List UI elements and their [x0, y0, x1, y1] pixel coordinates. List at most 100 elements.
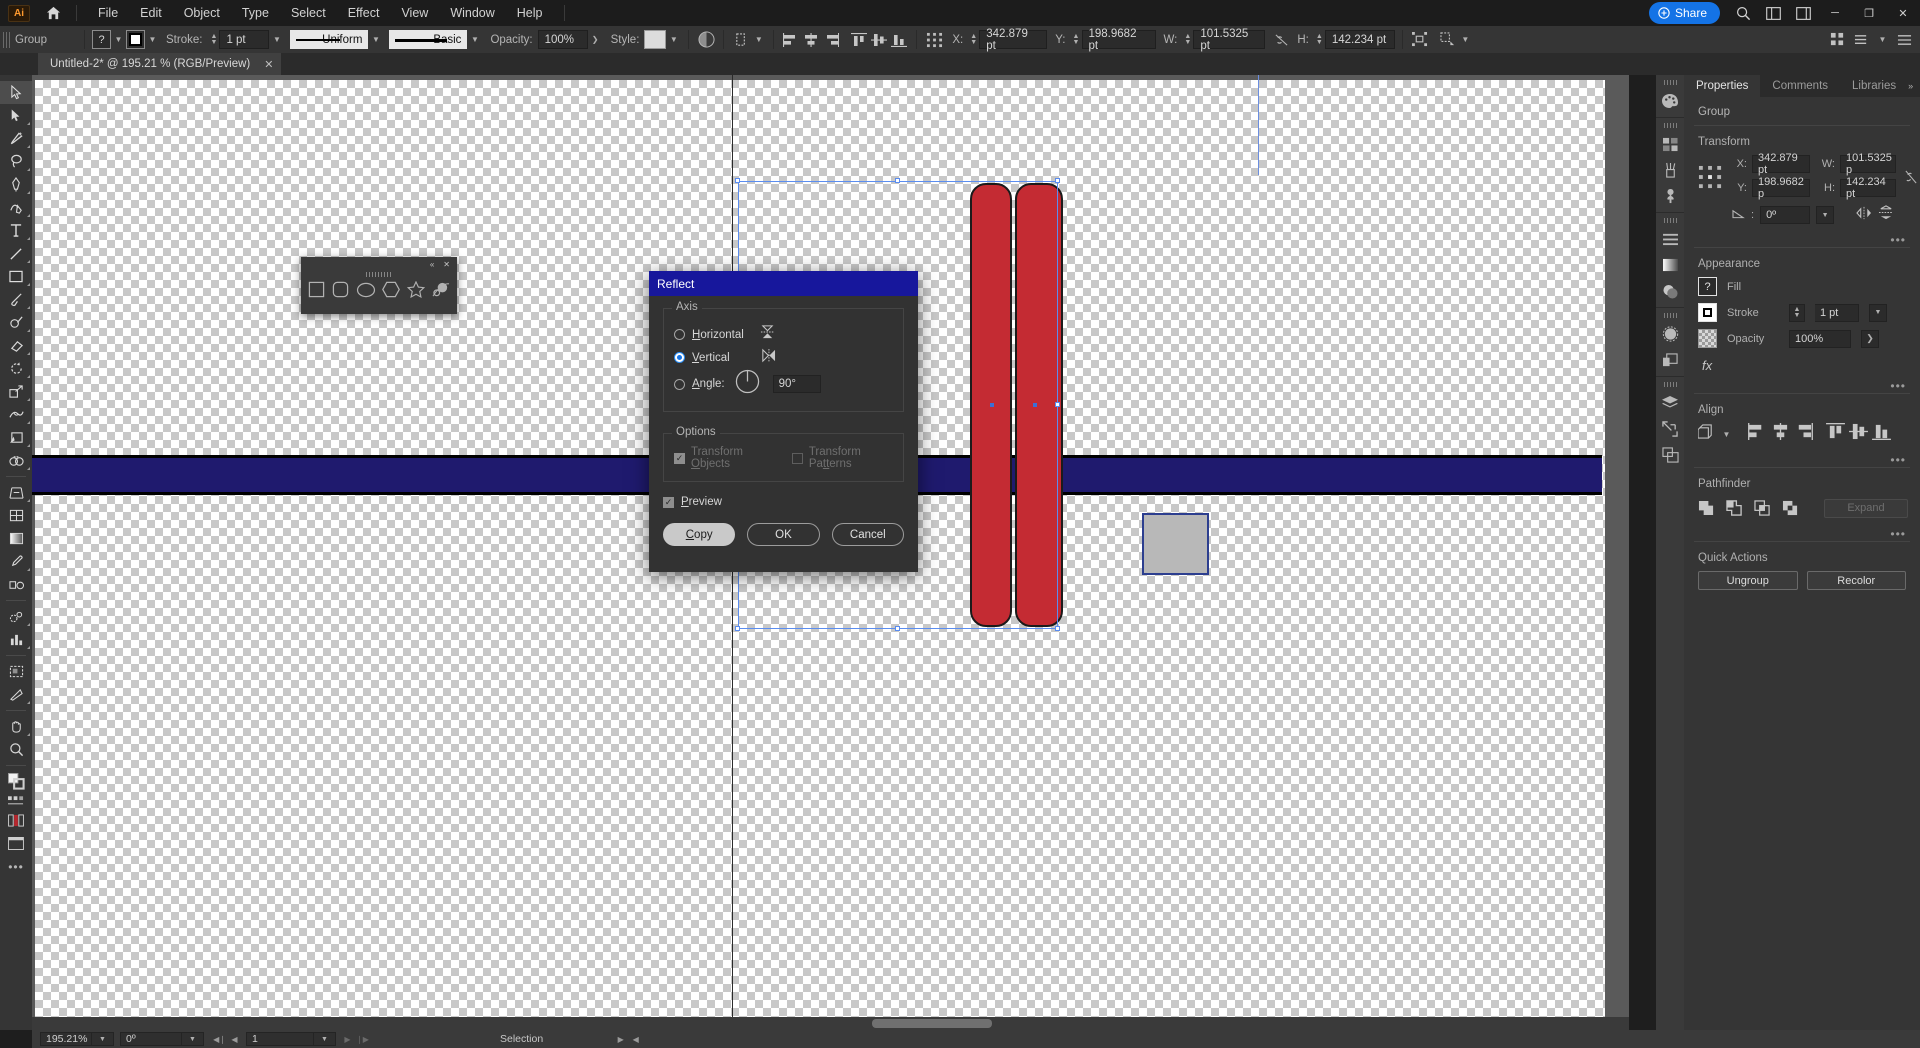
- gray-rectangle-shape[interactable]: [1142, 513, 1209, 575]
- pathfinder-exclude-icon[interactable]: [1776, 497, 1804, 519]
- zoom-level-input[interactable]: 195.21%: [40, 1032, 92, 1046]
- selection-handle-mr[interactable]: [1055, 402, 1060, 407]
- transform-patterns-checkbox[interactable]: [792, 453, 803, 464]
- square-tool-icon[interactable]: [308, 281, 325, 303]
- cb-y-input[interactable]: 198.9682 pt: [1082, 30, 1156, 49]
- rail-grip-3[interactable]: [1664, 218, 1677, 223]
- toolbar-more-icon[interactable]: •••: [0, 855, 32, 878]
- vertical-axis-option[interactable]: VVerticalertical: [674, 346, 893, 369]
- layers-panel-icon[interactable]: [1656, 390, 1684, 416]
- brush-definition-select[interactable]: Basic: [389, 30, 467, 49]
- reference-point-widget[interactable]: [1698, 155, 1723, 195]
- stroke-weight-stepper[interactable]: ▲▼: [208, 34, 219, 46]
- ungroup-button[interactable]: Ungroup: [1698, 571, 1798, 590]
- gradient-tool[interactable]: [0, 527, 32, 550]
- align-horizontal-center-icon[interactable]: [1771, 423, 1790, 445]
- menu-item-select[interactable]: Select: [280, 2, 337, 24]
- horizontal-radio[interactable]: [674, 329, 685, 340]
- cb-x-input[interactable]: 342.879 pt: [979, 30, 1047, 49]
- shaper-tool[interactable]: [0, 311, 32, 334]
- align-right-icon[interactable]: [821, 30, 841, 50]
- fill-color-swatch[interactable]: ?: [1698, 277, 1717, 296]
- rail-grip-1[interactable]: [1664, 80, 1677, 85]
- stroke-weight-chevron-down-icon[interactable]: ▼: [269, 30, 284, 49]
- cb-x-stepper[interactable]: ▲▼: [968, 34, 979, 46]
- align-top-icon[interactable]: [849, 30, 869, 50]
- angle-axis-option[interactable]: AAngle:ngle: 90°: [674, 369, 893, 399]
- pathfinder-more-options-icon[interactable]: •••: [1684, 519, 1920, 541]
- isolate-selected-icon[interactable]: [1438, 30, 1458, 50]
- shapes-panel-close-icon[interactable]: ✕: [443, 260, 450, 269]
- selection-handle-br[interactable]: [1055, 626, 1060, 631]
- opacity-expand-icon-panel[interactable]: ❯: [1861, 330, 1879, 348]
- selection-handle-tc[interactable]: [895, 178, 900, 183]
- magic-wand-tool[interactable]: [0, 127, 32, 150]
- opacity-mask-icon[interactable]: [696, 30, 716, 50]
- align-right-edges-icon[interactable]: [1794, 423, 1813, 445]
- screen-mode-icon[interactable]: [0, 832, 32, 855]
- status-expand-icon[interactable]: ▶: [613, 1031, 628, 1047]
- tab-properties[interactable]: Properties: [1684, 75, 1760, 97]
- rail-grip-2[interactable]: [1664, 123, 1677, 128]
- stroke-weight-stepper-panel[interactable]: ▲▼: [1789, 304, 1805, 322]
- stroke-weight-input[interactable]: 1 pt: [219, 30, 269, 49]
- eyedropper-tool[interactable]: [0, 550, 32, 573]
- stroke-panel-icon[interactable]: [1656, 226, 1684, 252]
- search-icon[interactable]: [1728, 0, 1758, 26]
- copy-button[interactable]: CopyCopy: [663, 523, 735, 546]
- transform-more-options-icon[interactable]: •••: [1684, 225, 1920, 247]
- ellipse-tool-icon[interactable]: [356, 282, 376, 303]
- document-tab-close-icon[interactable]: ✕: [264, 58, 273, 71]
- expand-button[interactable]: Expand: [1824, 499, 1908, 518]
- scale-tool[interactable]: [0, 380, 32, 403]
- transform-y-input[interactable]: 198.9682 p: [1752, 179, 1810, 197]
- rounded-rectangle-tool-icon[interactable]: [332, 281, 349, 303]
- width-tool[interactable]: [0, 403, 32, 426]
- menu-item-file[interactable]: File: [87, 2, 129, 24]
- free-transform-tool[interactable]: [0, 426, 32, 449]
- line-segment-tool[interactable]: [0, 242, 32, 265]
- profile-chevron-down-icon[interactable]: ▼: [368, 30, 383, 49]
- lasso-tool[interactable]: [0, 150, 32, 173]
- fx-button[interactable]: fx: [1684, 355, 1920, 373]
- graphic-style-swatch[interactable]: [644, 30, 666, 49]
- horizontal-axis-option[interactable]: HHorizontalorizontal: [674, 323, 893, 346]
- transform-objects-option[interactable]: ✓ Transform ObjectsTransform Objects: [674, 446, 772, 470]
- transparency-panel-icon[interactable]: [1656, 278, 1684, 304]
- home-icon[interactable]: [40, 0, 66, 26]
- align-top-edges-icon[interactable]: [1826, 423, 1845, 445]
- transform-w-input[interactable]: 101.5325 p: [1840, 155, 1896, 173]
- align-to-selection-icon[interactable]: [1698, 424, 1715, 445]
- window-minimize-button[interactable]: ─: [1818, 0, 1852, 26]
- first-artboard-icon[interactable]: ◀❘: [212, 1031, 227, 1047]
- document-setup-icon[interactable]: [1827, 30, 1847, 50]
- type-tool[interactable]: [0, 219, 32, 242]
- hamburger-menu-icon[interactable]: [1894, 30, 1914, 50]
- align-left-edges-icon[interactable]: [1748, 423, 1767, 445]
- selection-handle-tl[interactable]: [735, 178, 740, 183]
- align-vertical-center-icon[interactable]: [1849, 423, 1868, 445]
- zoom-chevron-down-icon[interactable]: ▼: [92, 1032, 114, 1046]
- rotation-input[interactable]: 0º: [120, 1032, 182, 1046]
- color-palette-icon[interactable]: [1656, 88, 1684, 114]
- brush-chevron-down-icon[interactable]: ▼: [467, 30, 482, 49]
- align-chevron-down-icon[interactable]: ▼: [1719, 425, 1734, 444]
- stroke-chevron-down-icon-panel[interactable]: ▼: [1869, 304, 1887, 322]
- menu-item-edit[interactable]: Edit: [129, 2, 173, 24]
- brushes-icon[interactable]: [1656, 157, 1684, 183]
- slice-tool[interactable]: [0, 683, 32, 706]
- stroke-swatch-button[interactable]: [126, 30, 145, 49]
- eraser-tool[interactable]: [0, 334, 32, 357]
- rectangle-tool[interactable]: [0, 265, 32, 288]
- selection-handle-bl[interactable]: [735, 626, 740, 631]
- stroke-profile-select[interactable]: Uniform: [290, 30, 368, 49]
- align-bottom-edges-icon[interactable]: [1872, 423, 1891, 445]
- polygon-tool-icon[interactable]: [382, 281, 400, 303]
- pathfinder-unite-icon[interactable]: [1692, 497, 1720, 519]
- transform-patterns-option[interactable]: Transform PatternsTransform Patterns: [792, 446, 893, 470]
- opacity-input[interactable]: 100%: [538, 30, 588, 49]
- symbol-sprayer-tool[interactable]: [0, 605, 32, 628]
- transform-objects-checkbox[interactable]: ✓: [674, 453, 685, 464]
- direct-selection-tool[interactable]: [0, 104, 32, 127]
- artboard-chevron-down-icon[interactable]: ▼: [314, 1032, 336, 1046]
